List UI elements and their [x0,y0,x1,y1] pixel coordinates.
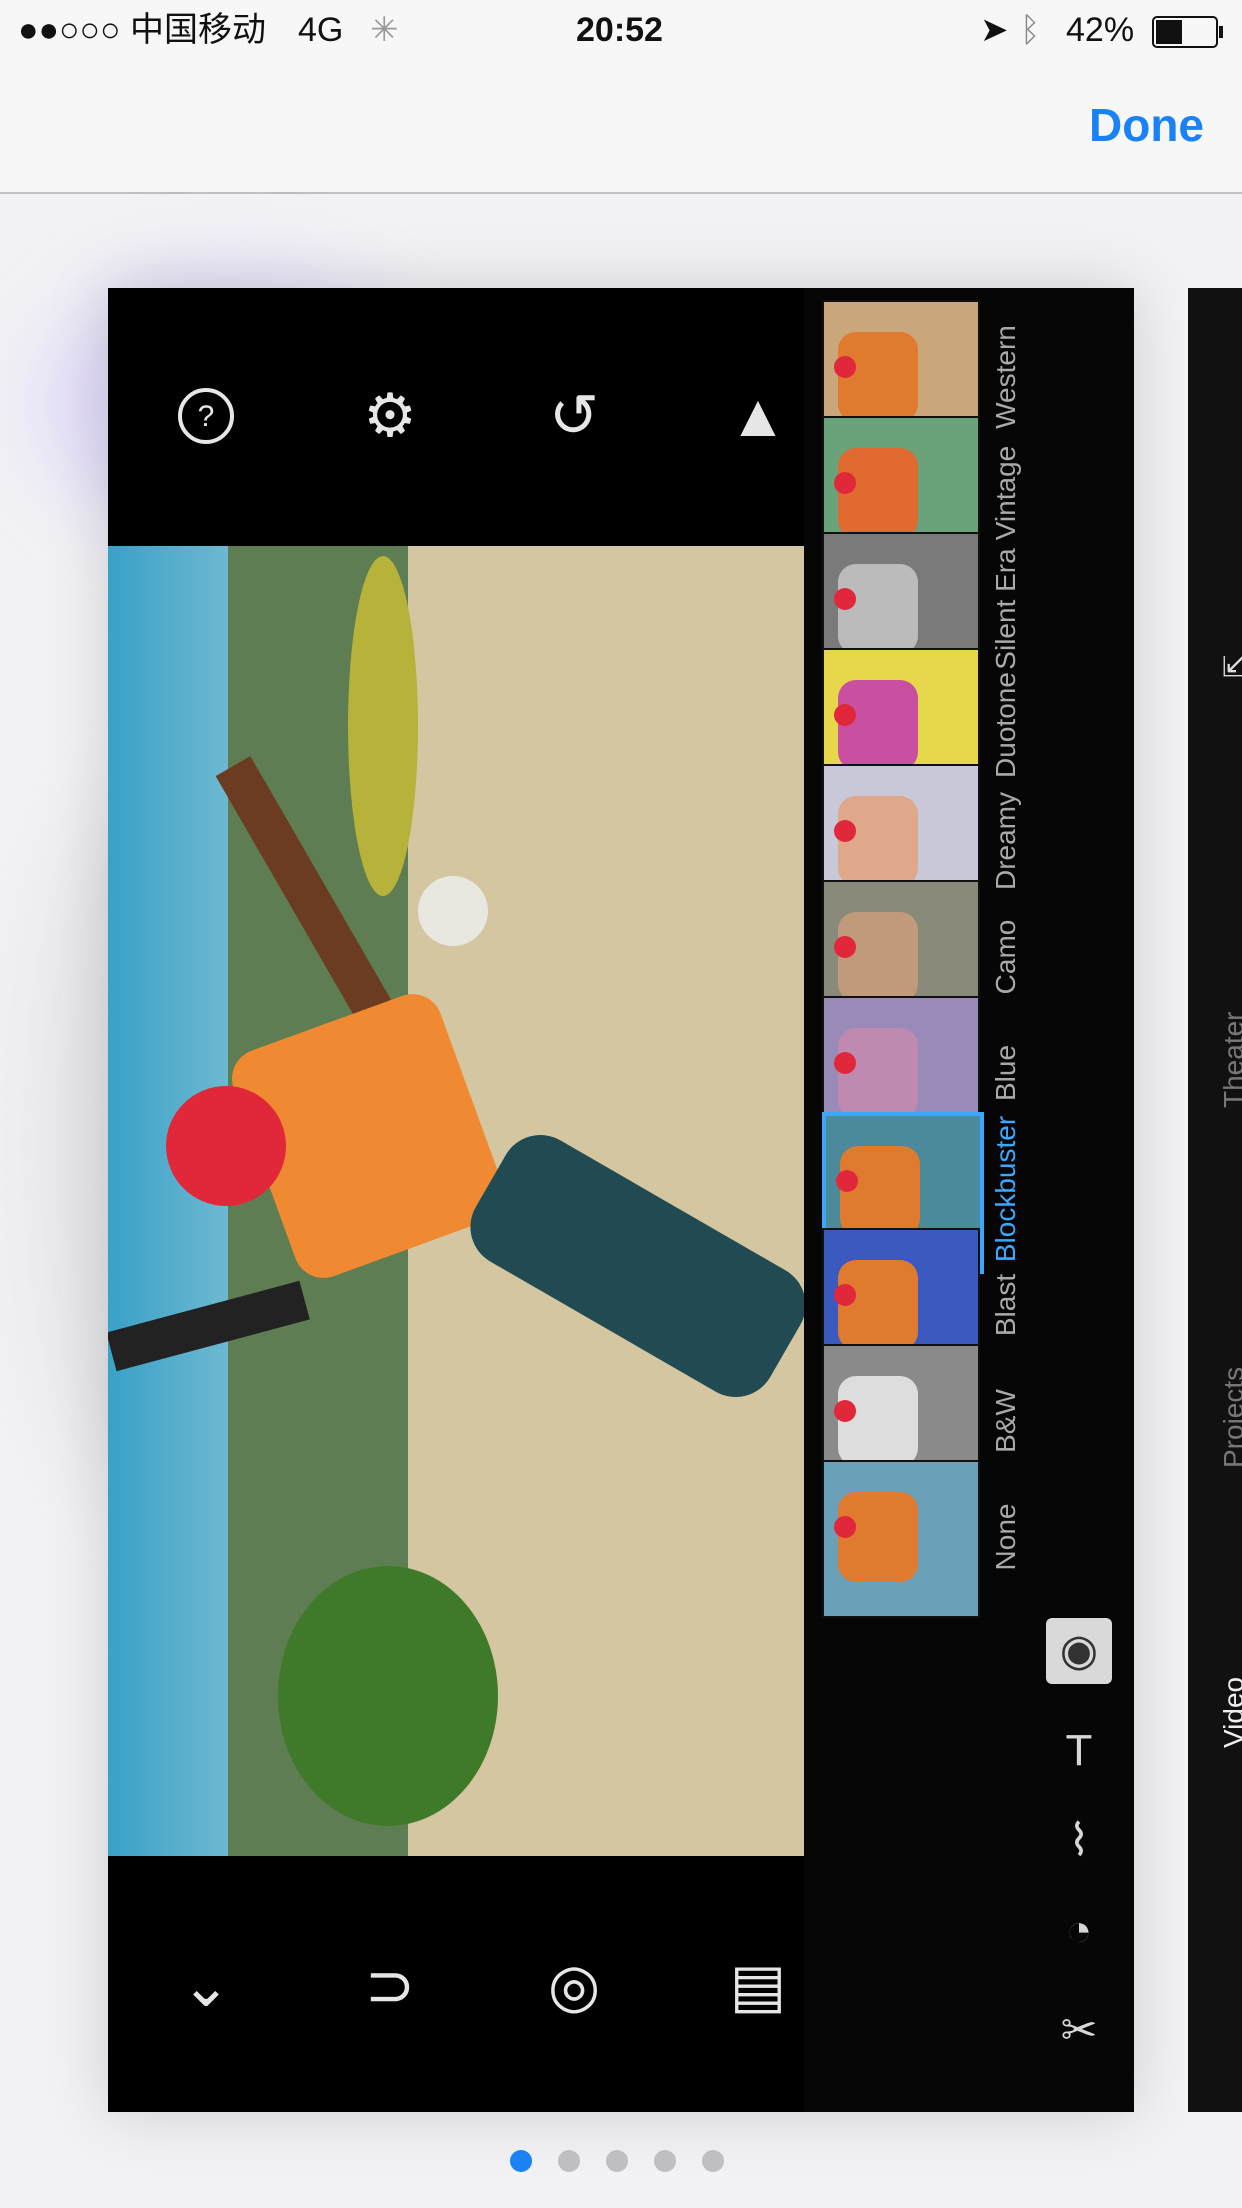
page-dot-3[interactable] [606,2150,628,2172]
undo-icon: ↺ [548,382,600,449]
battery-percent: 42% [1066,11,1135,49]
carrier-name: 中国移动 [130,11,266,49]
snapshot-icon: ◎ [547,1952,601,2019]
bottom-controls: ⌄ ⊃ ◎ ▤ [108,1856,804,2112]
activity-spinner-icon: ✳ [370,11,399,49]
filter-label-text: B&W [990,1389,1021,1453]
filter-label-text: Western [990,325,1021,429]
done-button[interactable]: Done [1089,98,1204,152]
clip-trim-icon: ▤ [729,1952,787,2019]
red-helmet [166,1086,286,1206]
filter-label: None [978,1460,1034,1614]
clock: 20:52 [576,11,663,49]
audio-detach-icon: ⊃ [364,1952,416,2019]
speed-tool-icon: ◔ [1065,1906,1093,1955]
filter-label-text: None [990,1503,1021,1571]
help-icon: ? [166,376,246,456]
page-dot-5[interactable] [702,2150,724,2172]
flowers [348,556,418,896]
top-controls: ? ⚙ ↺ ▲ [108,288,804,546]
titles-tool-icon: T [1065,1726,1093,1775]
filter-label-text: Blue [990,1044,1021,1102]
page-indicator[interactable] [510,2150,732,2174]
preview-photo [108,546,804,1856]
tab-video: Video [1218,1676,1242,1748]
filter-label-text: Blast [990,1273,1021,1337]
editing-tools: ◉ T ⌇ ◔ ✂ [1042,1608,1116,2108]
scissors-icon: ✂ [1060,2006,1098,2055]
status-bar: ●●○○○ 中国移动 4G ✳ 20:52 ➤ ᛒ 42% [0,0,1242,62]
page-dot-2[interactable] [558,2150,580,2172]
audio-tool-icon: ⌇ [1068,1816,1090,1865]
chevron-down-icon: ⌄ [180,1952,232,2019]
tab-theater: Theater [1218,1011,1242,1109]
bluetooth-icon: ᛒ [1020,11,1041,49]
page-dot-4[interactable] [654,2150,676,2172]
settings-gear-icon: ⚙ [363,382,417,449]
svg-text:?: ? [198,400,215,433]
none-thumb [822,1460,980,1618]
share-icon: ⇱ [1218,655,1242,678]
filters-tool-icon: ◉ [1046,1618,1112,1684]
app-screenshot: ? ⚙ ↺ ▲ ⌄ ⊃ ◎ ▤ Western Vintage Silent Era… [108,288,1134,2112]
location-arrow-icon: ➤ [980,11,1009,49]
navigation-bar: Done [0,62,1242,194]
play-icon: ▲ [728,382,788,449]
filter-label-text: Dreamy [990,791,1021,891]
filter-label-text: Camo [990,919,1021,995]
page-dot-1[interactable] [510,2150,532,2172]
filter-label-text: Duotone [990,672,1021,778]
trees [278,1566,498,1826]
next-screenshot-peek: ⇱ Theater Projects Video [1188,288,1242,2112]
filter-label-text: Vintage [990,445,1021,541]
distant-skaters [418,876,488,946]
network-type: 4G [298,11,344,49]
filter-strip: Western Vintage Silent Era Duotone Dreamy Cam… [804,288,1134,2112]
battery-icon [1152,16,1223,48]
tab-projects: Projects [1218,1366,1242,1468]
signal-strength: ●●○○○ [18,11,121,49]
